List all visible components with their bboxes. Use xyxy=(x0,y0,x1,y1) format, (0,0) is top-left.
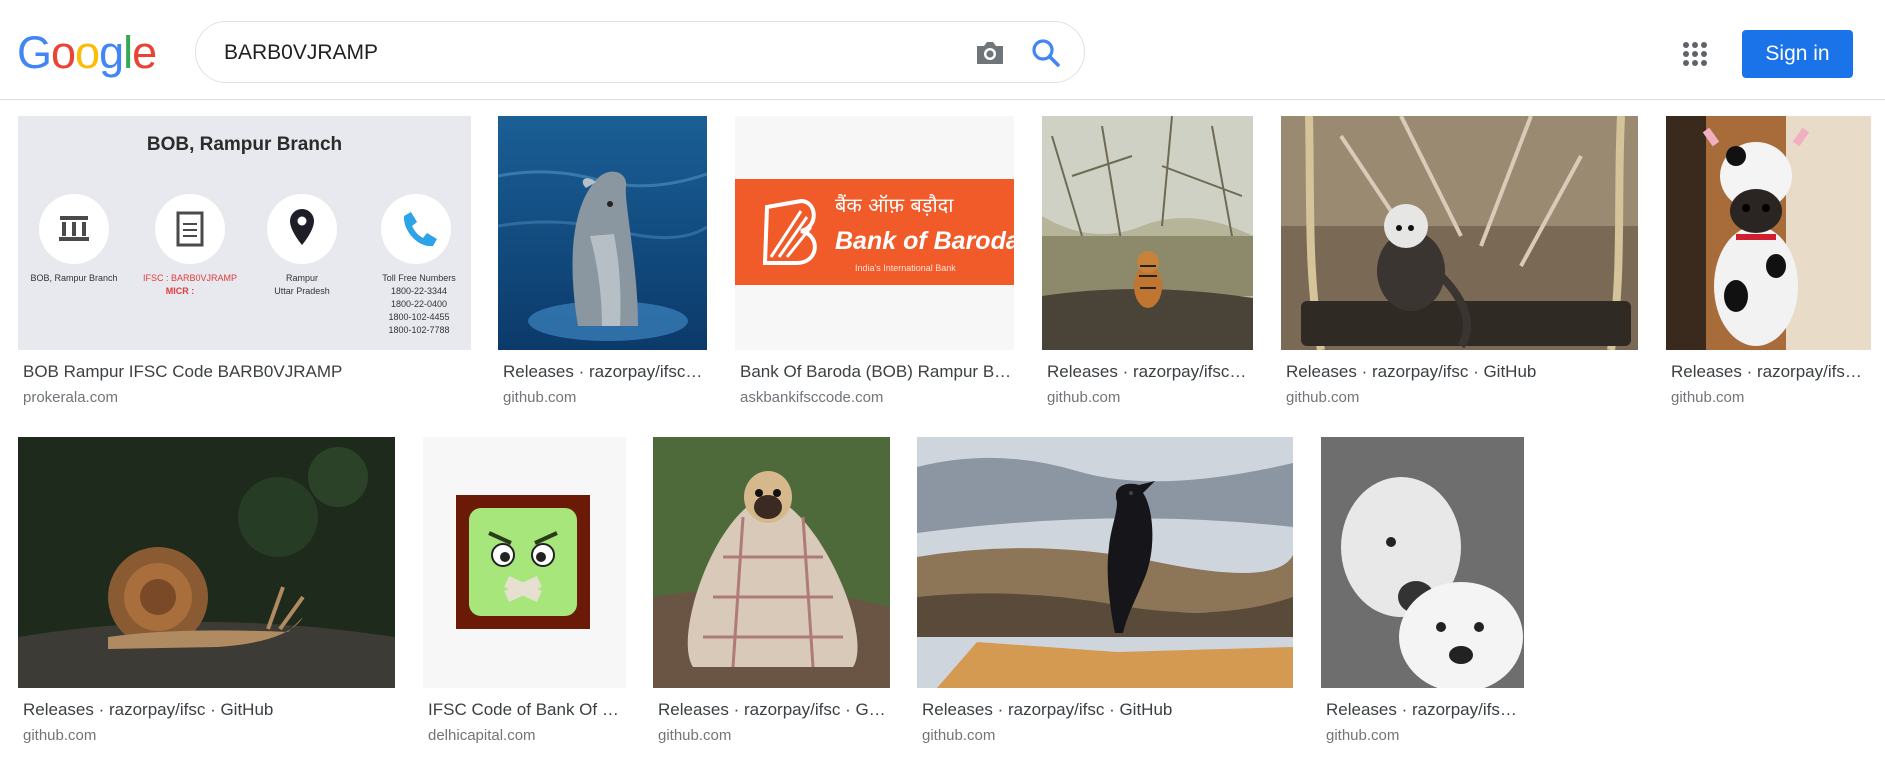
pug-in-blanket-image xyxy=(653,437,890,688)
result-thumbnail[interactable]: बैंक ऑफ़ बड़ौदा Bank of Baroda India's I… xyxy=(735,116,1014,350)
angry-face-icon xyxy=(456,495,590,629)
card-item: IFSC : BARB0VJRAMP xyxy=(142,273,238,283)
card-item: 1800-102-4455 xyxy=(388,312,450,322)
bob-logo-icon xyxy=(762,198,817,265)
result-title[interactable]: BOB Rampur IFSC Code BARB0VJRAMP xyxy=(23,362,463,382)
result-source[interactable]: github.com xyxy=(1286,389,1636,406)
logo-letter: o xyxy=(51,27,76,78)
logo-letter: e xyxy=(132,27,157,78)
logo-letter: o xyxy=(75,27,100,78)
tiger-image xyxy=(1042,116,1253,350)
result-title[interactable]: Releases · razorpay/ifsc · GitHub xyxy=(1286,362,1636,382)
result-title[interactable]: IFSC Code of Bank Of B… xyxy=(428,700,626,720)
bank-tagline: India's International Bank xyxy=(855,263,956,273)
snail-image xyxy=(18,437,395,688)
search-icon[interactable] xyxy=(1030,37,1062,69)
result-title[interactable]: Releases · razorpay/ifsc · GitHub xyxy=(922,700,1292,720)
image-result[interactable]: Releases · razorpay/ifs… github.com xyxy=(1666,116,1871,416)
bank-name-hindi: बैंक ऑफ़ बड़ौदा xyxy=(835,193,954,217)
logo-letter: l xyxy=(123,27,133,78)
card-item: Toll Free Numbers xyxy=(382,273,456,283)
card-item: Uttar Pradesh xyxy=(274,286,330,296)
card-item: MICR : xyxy=(165,286,195,296)
result-thumbnail[interactable] xyxy=(498,116,707,350)
result-title[interactable]: Releases · razorpay/ifsc · GitHub xyxy=(23,700,393,720)
card-item: 1800-22-3344 xyxy=(390,286,448,296)
result-thumbnail[interactable] xyxy=(917,437,1293,688)
result-thumbnail[interactable] xyxy=(1321,437,1524,688)
result-title[interactable]: Releases · razorpay/ifsc… xyxy=(1047,362,1253,382)
image-result[interactable]: Releases · razorpay/ifsc… github.com xyxy=(498,116,707,416)
raven-image xyxy=(917,437,1293,688)
result-source[interactable]: github.com xyxy=(658,727,890,744)
monkey-on-swing-image xyxy=(1281,116,1638,350)
logo-letter: g xyxy=(99,27,124,78)
result-source[interactable]: github.com xyxy=(922,727,1292,744)
bank-logo-banner: बैंक ऑफ़ बड़ौदा Bank of Baroda India's I… xyxy=(735,179,1014,285)
image-result[interactable]: Releases · razorpay/ifsc… github.com xyxy=(1042,116,1253,416)
result-source[interactable]: delhicapital.com xyxy=(428,727,626,744)
google-logo[interactable]: Google xyxy=(17,27,157,79)
header-bar: Google Sign in xyxy=(0,0,1885,100)
result-title[interactable]: Bank Of Baroda (BOB) Rampur B… xyxy=(740,362,1014,382)
image-result[interactable]: Releases · razorpay/ifsc · GitHub github… xyxy=(917,437,1293,747)
result-thumbnail[interactable] xyxy=(653,437,890,688)
result-thumbnail[interactable] xyxy=(1042,116,1253,350)
result-thumbnail[interactable] xyxy=(423,437,626,688)
sign-in-button[interactable]: Sign in xyxy=(1742,30,1853,78)
result-title[interactable]: Releases · razorpay/ifsc · G… xyxy=(658,700,890,720)
result-source[interactable]: askbankifsccode.com xyxy=(740,389,1014,406)
card-item: Rampur xyxy=(285,273,318,283)
pug-cow-costume-image xyxy=(1666,116,1871,350)
bank-name-english: Bank of Baroda xyxy=(835,227,1014,255)
result-source[interactable]: github.com xyxy=(23,727,393,744)
result-thumbnail[interactable] xyxy=(1281,116,1638,350)
image-result[interactable]: Releases · razorpay/ifsc · GitHub github… xyxy=(1281,116,1638,416)
apps-grid-icon[interactable] xyxy=(1683,42,1707,66)
result-source[interactable]: github.com xyxy=(1047,389,1253,406)
card-item: BOB, Rampur Branch xyxy=(30,273,118,283)
image-result[interactable]: Releases · razorpay/ifsc · GitHub github… xyxy=(18,437,395,747)
image-result[interactable]: बैंक ऑफ़ बड़ौदा Bank of Baroda India's I… xyxy=(735,116,1014,416)
result-thumbnail[interactable] xyxy=(18,437,395,688)
camera-icon[interactable] xyxy=(974,38,1006,68)
image-result[interactable]: Releases · razorpay/ifs… github.com xyxy=(1321,437,1524,747)
result-source[interactable]: github.com xyxy=(1326,727,1524,744)
dolphin-image xyxy=(498,116,707,350)
image-result[interactable]: BOB, Rampur Branch BOB, Rampur Branch IF… xyxy=(18,116,471,416)
result-source[interactable]: github.com xyxy=(503,389,707,406)
image-result[interactable]: IFSC Code of Bank Of B… delhicapital.com xyxy=(423,437,626,747)
result-title[interactable]: Releases · razorpay/ifsc… xyxy=(503,362,707,382)
polar-bears-image xyxy=(1321,437,1524,688)
card-item: 1800-102-7788 xyxy=(388,325,450,335)
result-thumbnail[interactable] xyxy=(1666,116,1871,350)
result-title[interactable]: Releases · razorpay/ifs… xyxy=(1671,362,1871,382)
result-thumbnail[interactable]: BOB, Rampur Branch BOB, Rampur Branch IF… xyxy=(18,116,471,350)
result-title[interactable]: Releases · razorpay/ifs… xyxy=(1326,700,1524,720)
search-box[interactable] xyxy=(195,21,1085,83)
result-source[interactable]: github.com xyxy=(1671,389,1871,406)
result-source[interactable]: prokerala.com xyxy=(23,389,463,406)
card-item: 1800-22-0400 xyxy=(390,299,448,309)
logo-letter: G xyxy=(17,27,52,78)
search-input[interactable] xyxy=(222,36,926,70)
image-result[interactable]: Releases · razorpay/ifsc · G… github.com xyxy=(653,437,890,747)
